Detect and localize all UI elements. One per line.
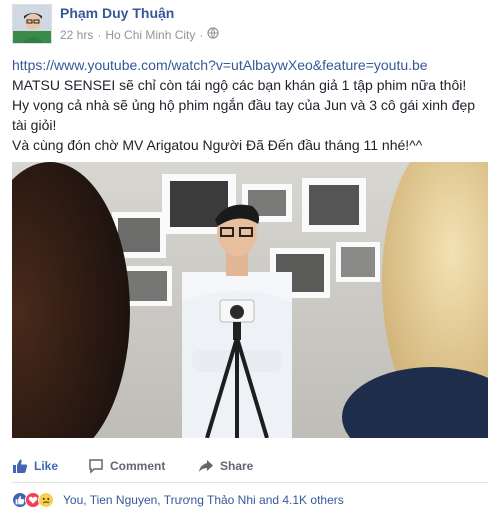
reactions-summary[interactable]: You, Tien Nguyen, Trương Thảo Nhi and 4.… [12, 492, 344, 508]
comment-button[interactable]: Comment [88, 458, 165, 474]
youtube-link[interactable]: https://www.youtube.com/watch?v=utAlbayw… [12, 55, 492, 75]
globe-icon[interactable] [207, 27, 219, 42]
thumbs-up-icon [12, 458, 28, 474]
reaction-icons [12, 492, 54, 508]
post-text-line: MATSU SENSEI sẽ chỉ còn tái ngộ các bạn … [12, 77, 467, 93]
post-text-line: Và cùng đón chờ MV Arigatou Người Đã Đến… [12, 137, 423, 153]
comment-icon [88, 458, 104, 474]
meta-separator: · [97, 27, 102, 42]
post-body: https://www.youtube.com/watch?v=utAlbayw… [12, 55, 492, 155]
video-thumbnail[interactable] [12, 162, 488, 438]
post-text-line: Hy vọng cả nhà sẽ ủng hộ phim ngắn đầu t… [12, 97, 476, 133]
share-label: Share [220, 459, 254, 473]
like-button[interactable]: Like [12, 458, 58, 474]
share-button[interactable]: Share [198, 458, 253, 474]
reactions-text[interactable]: You, Tien Nguyen, Trương Thảo Nhi and 4.… [63, 493, 344, 507]
post-timestamp[interactable]: 22 hrs [60, 28, 93, 42]
author-avatar[interactable] [12, 4, 52, 44]
actions-divider [12, 482, 488, 483]
like-label: Like [34, 459, 59, 473]
share-icon [198, 458, 214, 474]
video-still-image [12, 162, 488, 438]
sad-reaction-icon [38, 492, 54, 508]
author-name[interactable]: Phạm Duy Thuận [60, 5, 174, 21]
meta-separator: · [199, 27, 204, 42]
comment-label: Comment [110, 459, 166, 473]
post-location[interactable]: Ho Chi Minh City [105, 28, 195, 42]
post-meta: 22 hrs · Ho Chi Minh City · [60, 27, 219, 42]
post-actions: Like Comment Share [0, 450, 500, 482]
facebook-post: Phạm Duy Thuận 22 hrs · Ho Chi Minh City… [0, 0, 500, 518]
